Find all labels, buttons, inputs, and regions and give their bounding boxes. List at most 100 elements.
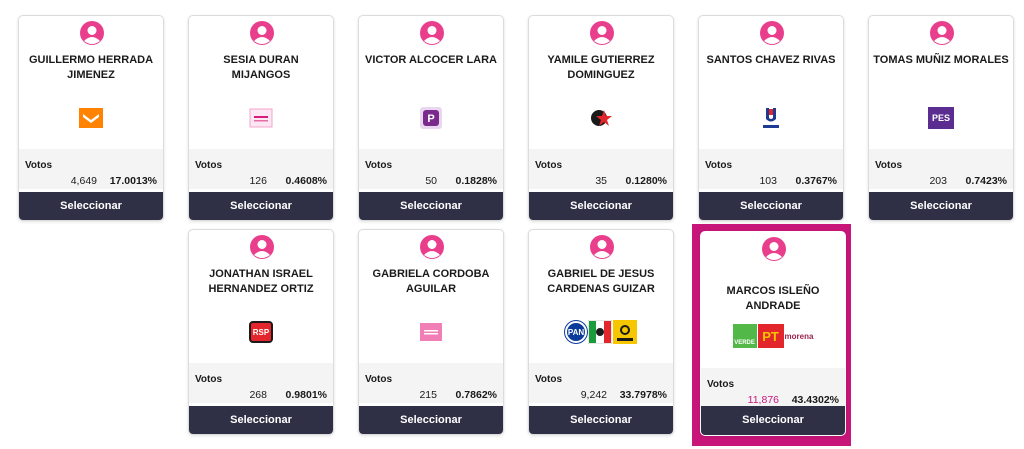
candidate-card: GABRIELA CORDOBA AGUILAR Votos 215 0.786…: [358, 229, 504, 435]
candidate-name: VICTOR ALCOCER LARA: [365, 54, 497, 66]
vote-count: 4,649: [70, 175, 97, 187]
vote-stats: Votos 4,649 17.0013%: [19, 149, 163, 189]
vote-percentage: 0.1828%: [455, 175, 497, 187]
party-logo: [359, 318, 503, 346]
verde-pt-morena-coalition-logo-icon: VERDE PT morena: [732, 324, 814, 348]
votes-label: Votos: [535, 374, 563, 385]
vote-count: 11,876: [747, 394, 779, 406]
pink-party-logo-icon: [420, 323, 442, 341]
votes-label: Votos: [195, 160, 223, 171]
avatar-icon: [250, 235, 274, 259]
select-button[interactable]: Seleccionar: [19, 192, 163, 220]
small-party-logo-icon: [249, 108, 273, 128]
vote-stats: Votos 203 0.7423%: [869, 149, 1013, 189]
pan-pri-prd-coalition-logo-icon: PAN: [565, 320, 637, 344]
candidate-name: MARCOS ISLEÑO ANDRADE: [726, 285, 820, 312]
avatar-icon: [420, 21, 444, 45]
candidate-name: JONATHAN ISRAEL HERNANDEZ ORTIZ: [208, 268, 314, 295]
candidate-card: GUILLERMO HERRADA JIMENEZ Votos 4,649 17…: [18, 15, 164, 221]
vote-percentage: 0.3767%: [795, 175, 837, 187]
avatar-icon: [420, 235, 444, 259]
party-logo: [189, 104, 333, 132]
select-button[interactable]: Seleccionar: [189, 406, 333, 434]
candidate-card: TOMAS MUÑIZ MORALES PES Votos 203 0.7423…: [868, 15, 1014, 221]
vote-stats: Votos 126 0.4608%: [189, 149, 333, 189]
candidate-name: GABRIEL DE JESUS CARDENAS GUIZAR: [547, 268, 655, 295]
vote-stats: Votos 9,242 33.7978%: [529, 363, 673, 403]
avatar-icon: [930, 21, 954, 45]
candidate-card: SESIA DURAN MIJANGOS Votos 126 0.4608% S…: [188, 15, 334, 221]
votes-label: Votos: [365, 374, 393, 385]
movimiento-ciudadano-logo-icon: [79, 108, 103, 128]
candidate-card-winner: MARCOS ISLEÑO ANDRADE VERDE PT morena Vo…: [700, 231, 846, 436]
vote-count: 203: [929, 175, 947, 187]
votes-label: Votos: [25, 160, 53, 171]
rsp-party-logo-icon: RSP: [249, 321, 273, 343]
pt-logo: PT: [757, 324, 784, 348]
candidate-card: YAMILE GUTIERREZ DOMINGUEZ Votos 35 0.12…: [528, 15, 674, 221]
avatar-icon: [250, 21, 274, 45]
party-logo: PAN: [529, 318, 673, 346]
verde-logo: VERDE: [732, 324, 757, 348]
svg-text:P: P: [427, 113, 434, 125]
select-button[interactable]: Seleccionar: [189, 192, 333, 220]
avatar-icon: [590, 235, 614, 259]
select-button[interactable]: Seleccionar: [359, 192, 503, 220]
party-logo: [699, 104, 843, 132]
prd-sun-logo-icon: [613, 320, 637, 344]
candidate-name: SANTOS CHAVEZ RIVAS: [706, 54, 836, 66]
vote-stats: Votos 103 0.3767%: [699, 149, 843, 189]
unidad-party-logo-icon: [763, 108, 779, 128]
vote-stats: Votos 50 0.1828%: [359, 149, 503, 189]
avatar-icon: [590, 21, 614, 45]
vote-count: 215: [419, 389, 437, 401]
candidate-name: SESIA DURAN MIJANGOS: [223, 54, 299, 81]
select-button[interactable]: Seleccionar: [701, 406, 845, 435]
morena-logo: morena: [784, 331, 814, 341]
avatar-icon: [760, 21, 784, 45]
pan-logo: PAN: [565, 321, 587, 343]
vote-count: 103: [759, 175, 777, 187]
vote-percentage: 0.1280%: [625, 175, 667, 187]
vote-percentage: 0.7862%: [455, 389, 497, 401]
party-logo: P: [359, 104, 503, 132]
party-logo: [529, 104, 673, 132]
candidate-name: TOMAS MUÑIZ MORALES: [873, 54, 1009, 66]
select-button[interactable]: Seleccionar: [869, 192, 1013, 220]
votes-label: Votos: [705, 160, 733, 171]
candidate-card: GABRIEL DE JESUS CARDENAS GUIZAR PAN Vot…: [528, 229, 674, 435]
p-party-logo-icon: P: [420, 107, 442, 129]
candidate-card: VICTOR ALCOCER LARA P Votos 50 0.1828% S…: [358, 15, 504, 221]
vote-count: 35: [595, 175, 607, 187]
vote-percentage: 17.0013%: [109, 175, 157, 187]
star-party-logo-icon: [591, 110, 612, 126]
select-button[interactable]: Seleccionar: [359, 406, 503, 434]
avatar-icon: [80, 21, 104, 45]
votes-label: Votos: [707, 379, 735, 390]
party-logo: VERDE PT morena: [701, 322, 845, 350]
vote-stats: Votos 268 0.9801%: [189, 363, 333, 403]
vote-stats: Votos 35 0.1280%: [529, 149, 673, 189]
vote-percentage: 0.7423%: [965, 175, 1007, 187]
votes-label: Votos: [195, 374, 223, 385]
party-logo: RSP: [189, 318, 333, 346]
vote-count: 50: [425, 175, 437, 187]
pes-party-logo-icon: PES: [928, 107, 954, 129]
select-button[interactable]: Seleccionar: [699, 192, 843, 220]
votes-label: Votos: [535, 160, 563, 171]
vote-stats: Votos 215 0.7862%: [359, 363, 503, 403]
vote-count: 126: [249, 175, 267, 187]
votes-label: Votos: [875, 160, 903, 171]
candidate-name: YAMILE GUTIERREZ DOMINGUEZ: [547, 54, 655, 81]
select-button[interactable]: Seleccionar: [529, 406, 673, 434]
vote-count: 268: [249, 389, 267, 401]
avatar-icon: [762, 237, 786, 261]
candidate-card: SANTOS CHAVEZ RIVAS Votos 103 0.3767% Se…: [698, 15, 844, 221]
vote-stats: Votos 11,876 43.4302%: [701, 368, 845, 408]
pri-logo-icon: [588, 320, 612, 344]
vote-count: 9,242: [580, 389, 607, 401]
party-logo: [19, 104, 163, 132]
candidate-card: JONATHAN ISRAEL HERNANDEZ ORTIZ RSP Voto…: [188, 229, 334, 435]
select-button[interactable]: Seleccionar: [529, 192, 673, 220]
vote-percentage: 33.7978%: [619, 389, 667, 401]
